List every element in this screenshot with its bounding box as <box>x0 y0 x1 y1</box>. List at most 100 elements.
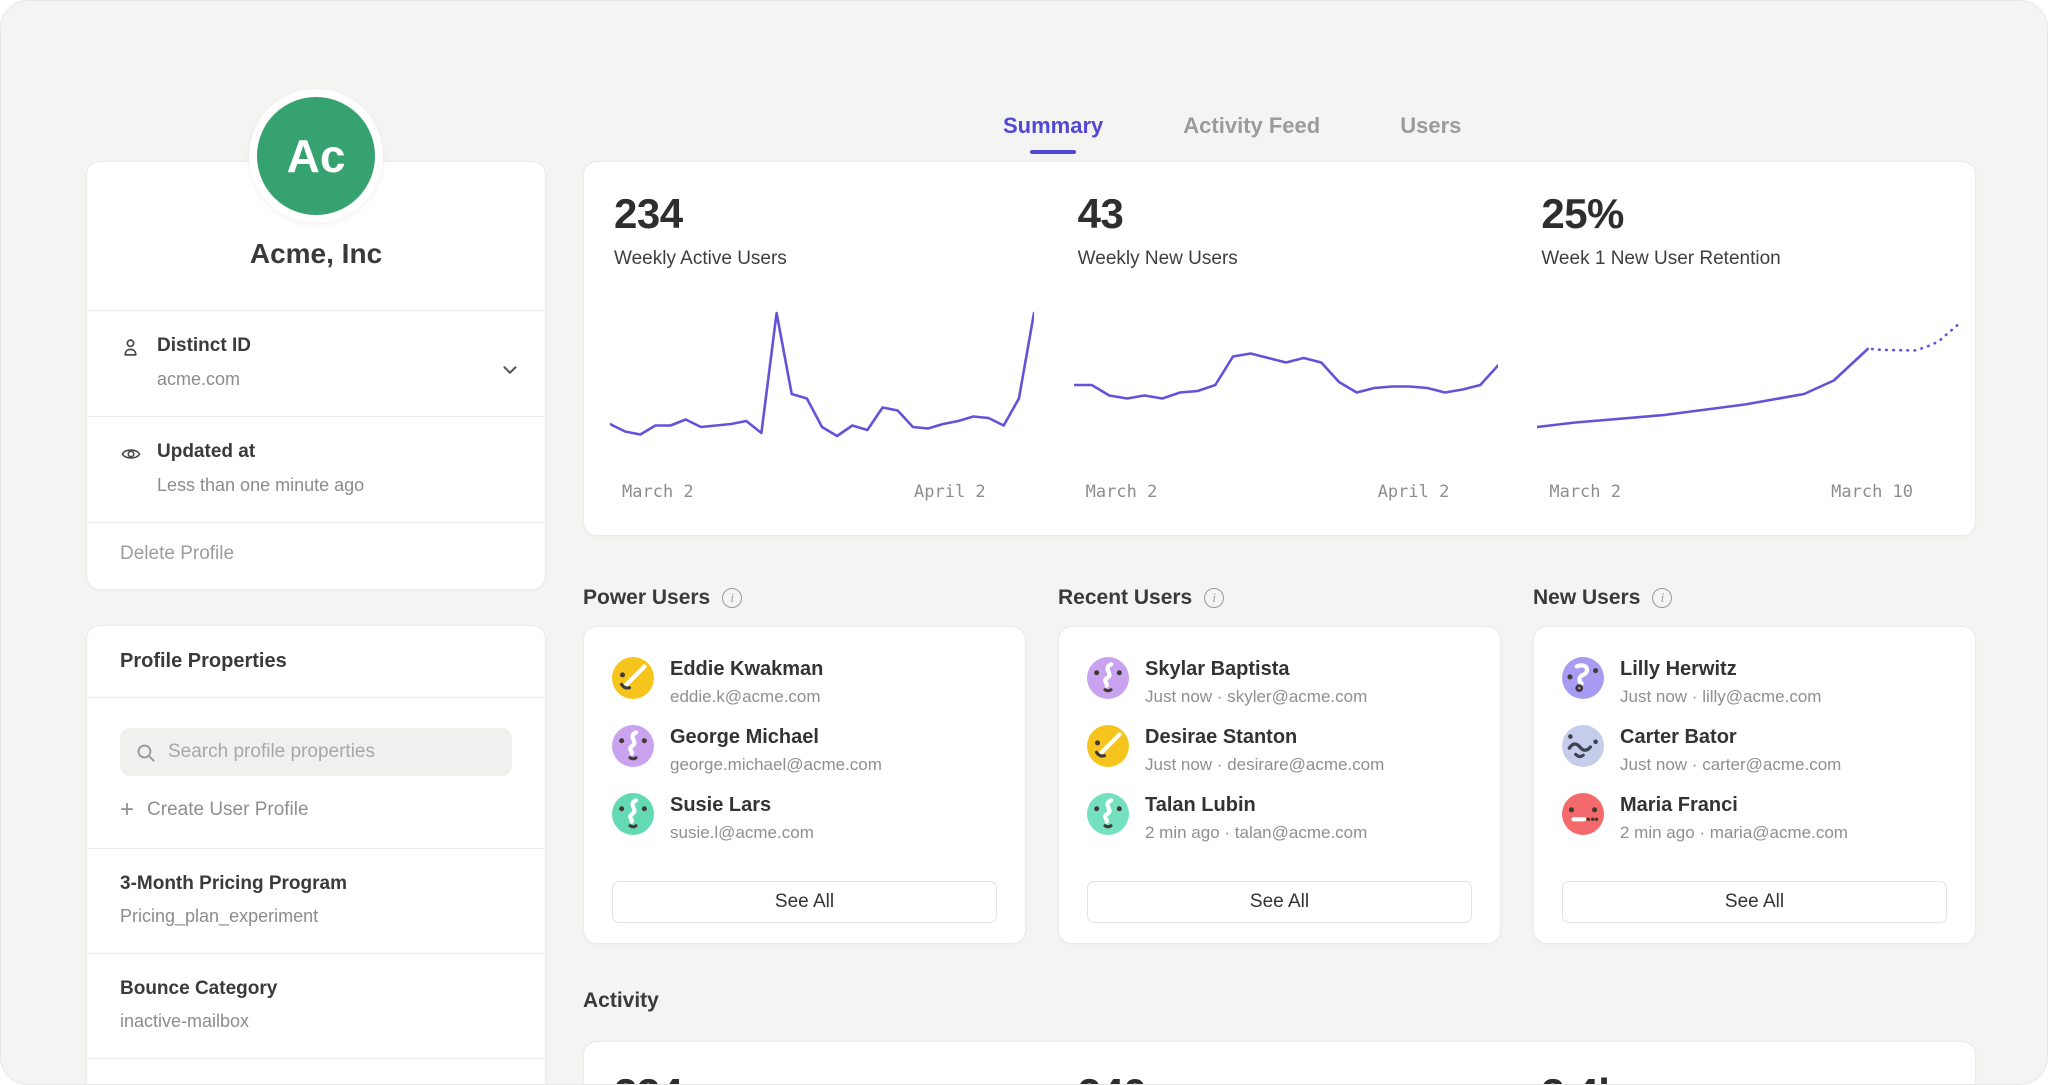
person-icon <box>120 335 142 390</box>
section-title: Power Users <box>583 586 710 610</box>
avatar <box>1087 793 1129 835</box>
avatar <box>1087 657 1129 699</box>
company-profile-sidebar: Ac Acme, Inc Distinct ID acme.com <box>86 89 546 1085</box>
user-detail: george.michael@acme.com <box>670 755 882 775</box>
see-all-button[interactable]: See All <box>1562 881 1947 923</box>
activity-section: Activity 234 240 3.4k <box>583 989 1976 1085</box>
user-row[interactable]: Talan Lubin 2 min ago · talan@acme.com <box>1087 793 1472 843</box>
search-input[interactable] <box>120 728 512 776</box>
tab-activity-feed[interactable]: Activity Feed <box>1183 113 1320 154</box>
eye-icon <box>120 441 142 496</box>
user-row[interactable]: Desirae Stanton Just now · desirare@acme… <box>1087 725 1472 775</box>
user-row[interactable]: Carter Bator Just now · carter@acme.com <box>1562 725 1947 775</box>
avatar <box>612 657 654 699</box>
user-name: Maria Franci <box>1620 793 1848 817</box>
activity-title: Activity <box>583 989 1976 1013</box>
user-row[interactable]: George Michael george.michael@acme.com <box>612 725 997 775</box>
user-detail: susie.l@acme.com <box>670 823 814 843</box>
power-users-section: Power Users i Eddie Kwakman <box>583 586 1026 944</box>
weekly-active-users-column: 234 Weekly Active Users March 2 April 2 <box>584 162 1048 535</box>
user-detail: 2 min ago · maria@acme.com <box>1620 823 1848 843</box>
avatar <box>1087 725 1129 767</box>
user-name: Carter Bator <box>1620 725 1841 749</box>
recent-users-card: Skylar Baptista Just now · skyler@acme.c… <box>1058 626 1501 944</box>
company-name: Acme, Inc <box>107 238 525 270</box>
field-value: Less than one minute ago <box>157 475 364 496</box>
avatar <box>612 725 654 767</box>
tab-users[interactable]: Users <box>1400 113 1461 154</box>
distinct-id-row[interactable]: Distinct ID acme.com <box>87 310 545 416</box>
activity-card: 234 240 3.4k <box>583 1041 1976 1085</box>
user-name: Eddie Kwakman <box>670 657 823 681</box>
property-label: Bounce Category <box>120 978 512 1000</box>
user-name: George Michael <box>670 725 882 749</box>
tab-summary[interactable]: Summary <box>1003 113 1103 154</box>
property-value: Pricing_plan_experiment <box>120 906 512 927</box>
x-axis-tick: March 2 <box>1086 482 1158 502</box>
chevron-down-icon[interactable] <box>499 359 521 381</box>
power-users-card: Eddie Kwakman eddie.k@acme.com <box>583 626 1026 944</box>
property-row[interactable]: Browser Chrome <box>87 1058 545 1085</box>
weekly-new-users-sparkline <box>1074 310 1498 460</box>
app-frame: Ac Acme, Inc Distinct ID acme.com <box>0 0 2048 1085</box>
property-row[interactable]: 3-Month Pricing Program Pricing_plan_exp… <box>87 848 545 953</box>
see-all-button[interactable]: See All <box>1087 881 1472 923</box>
user-detail: eddie.k@acme.com <box>670 687 823 707</box>
section-title: New Users <box>1533 586 1640 610</box>
company-avatar-wrap: Ac <box>241 89 391 223</box>
search-block <box>87 697 545 776</box>
field-label: Updated at <box>157 441 364 463</box>
company-profile-card: Acme, Inc Distinct ID acme.com <box>86 161 546 590</box>
avatar <box>1562 657 1604 699</box>
company-avatar-initials: Ac <box>287 129 346 183</box>
x-axis-tick: March 2 <box>622 482 694 502</box>
weekly-active-users-sparkline <box>610 310 1034 460</box>
info-icon[interactable]: i <box>1204 588 1224 608</box>
stat-value: 234 <box>584 1070 1048 1085</box>
plus-icon: + <box>120 801 134 819</box>
profile-properties-title: Profile Properties <box>87 626 545 697</box>
company-avatar: Ac <box>249 89 383 223</box>
user-row[interactable]: Lilly Herwitz Just now · lilly@acme.com <box>1562 657 1947 707</box>
stat-value: 234 <box>584 190 1048 238</box>
stat-value: 43 <box>1048 190 1512 238</box>
stat-label: Week 1 New User Retention <box>1511 248 1975 270</box>
retention-sparkline <box>1537 310 1961 460</box>
weekly-new-users-column: 43 Weekly New Users March 2 April 2 <box>1048 162 1512 535</box>
delete-profile-button[interactable]: Delete Profile <box>87 522 545 589</box>
user-name: Lilly Herwitz <box>1620 657 1821 681</box>
user-detail: Just now · desirare@acme.com <box>1145 755 1384 775</box>
user-row[interactable]: Maria Franci 2 min ago · maria@acme.com <box>1562 793 1947 843</box>
user-sections: Power Users i Eddie Kwakman <box>583 586 1976 944</box>
user-detail: Just now · lilly@acme.com <box>1620 687 1821 707</box>
user-detail: 2 min ago · talan@acme.com <box>1145 823 1367 843</box>
summary-card: 234 Weekly Active Users March 2 April 2 … <box>583 161 1976 536</box>
info-icon[interactable]: i <box>1652 588 1672 608</box>
user-name: Desirae Stanton <box>1145 725 1384 749</box>
x-axis-tick: April 2 <box>914 482 986 502</box>
updated-at-row: Updated at Less than one minute ago <box>87 416 545 522</box>
user-row[interactable]: Susie Lars susie.l@acme.com <box>612 793 997 843</box>
property-row[interactable]: Bounce Category inactive-mailbox <box>87 953 545 1058</box>
x-axis-tick: March 2 <box>1549 482 1621 502</box>
stat-value: 3.4k <box>1511 1070 1975 1085</box>
stat-label: Weekly Active Users <box>584 248 1048 270</box>
user-detail: Just now · carter@acme.com <box>1620 755 1841 775</box>
user-name: Talan Lubin <box>1145 793 1367 817</box>
activity-stat-column: 3.4k <box>1511 1042 1975 1085</box>
create-user-profile-label: Create User Profile <box>147 799 309 821</box>
avatar <box>1562 725 1604 767</box>
user-name: Susie Lars <box>670 793 814 817</box>
recent-users-section: Recent Users i Skylar Bapti <box>1058 586 1501 944</box>
property-value: inactive-mailbox <box>120 1011 512 1032</box>
info-icon[interactable]: i <box>722 588 742 608</box>
activity-stat-column: 234 <box>584 1042 1048 1085</box>
x-axis-tick: March 10 <box>1831 482 1913 502</box>
stat-value: 25% <box>1511 190 1975 238</box>
user-row[interactable]: Eddie Kwakman eddie.k@acme.com <box>612 657 997 707</box>
see-all-button[interactable]: See All <box>612 881 997 923</box>
profile-properties-card: Profile Properties + Create User Profile… <box>86 625 546 1085</box>
create-user-profile-button[interactable]: + Create User Profile <box>87 776 545 848</box>
stat-value: 240 <box>1048 1070 1512 1085</box>
user-row[interactable]: Skylar Baptista Just now · skyler@acme.c… <box>1087 657 1472 707</box>
